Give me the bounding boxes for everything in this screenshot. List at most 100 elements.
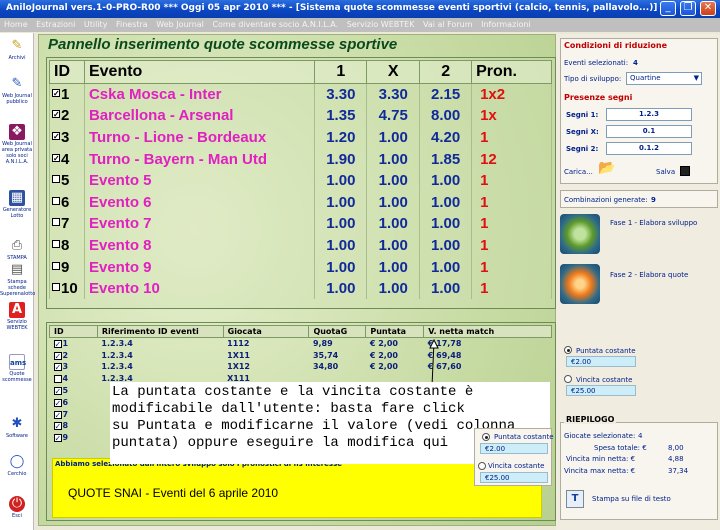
odds-event[interactable]: Cska Mosca - Inter: [83, 83, 316, 106]
column-header-x[interactable]: X: [366, 60, 421, 84]
bet-puntata[interactable]: € 2,00: [366, 338, 424, 350]
odds-x[interactable]: 1.00: [366, 234, 421, 257]
popup-vincita-radio[interactable]: [478, 462, 486, 470]
row-checkbox[interactable]: ✓: [52, 131, 60, 140]
odds-2[interactable]: 1.00: [419, 277, 473, 300]
bet-id-cell[interactable]: 4: [50, 373, 98, 385]
restore-button[interactable]: ❐: [680, 1, 696, 16]
column-header-2[interactable]: 2: [419, 60, 473, 84]
row-checkbox[interactable]: ✓: [53, 434, 62, 443]
row-checkbox[interactable]: [52, 218, 60, 227]
column-header-quotag[interactable]: QuotaG: [308, 325, 367, 338]
bet-id-cell[interactable]: ✓1: [50, 338, 98, 350]
bet-puntata[interactable]: € 2,00: [366, 349, 424, 361]
menu-home[interactable]: Home: [4, 20, 28, 29]
odds-2[interactable]: 1.00: [419, 191, 473, 214]
sidebar-item-archivi[interactable]: ✎ Archivi: [0, 38, 34, 61]
odds-row[interactable]: 5 Evento 5 1.00 1.00 1.00 1: [49, 169, 552, 192]
bet-id-cell[interactable]: ✓8: [50, 420, 98, 432]
menu-utility[interactable]: Utility: [84, 20, 108, 29]
minimize-button[interactable]: _: [660, 1, 676, 16]
segni-1-input[interactable]: 1.2.3: [606, 108, 692, 121]
column-header-1[interactable]: 1: [314, 60, 368, 84]
odds-1[interactable]: 1.00: [314, 213, 368, 235]
odds-id-cell[interactable]: ✓4: [49, 148, 85, 170]
odds-1[interactable]: 1.20: [314, 126, 368, 149]
row-checkbox[interactable]: ✓: [53, 387, 62, 396]
row-checkbox[interactable]: ✓: [53, 422, 62, 431]
row-checkbox[interactable]: ✓: [52, 110, 60, 119]
row-checkbox[interactable]: [52, 239, 60, 248]
sidebar-item-quote-scommesse[interactable]: ams Quote scommesse: [0, 354, 34, 383]
odds-1[interactable]: 1.00: [314, 277, 368, 300]
column-header-riferimento[interactable]: Riferimento ID eventi: [96, 325, 224, 338]
menu-servizio-webtek[interactable]: Servizio WEBTEK: [347, 20, 415, 29]
column-header-id[interactable]: ID: [49, 325, 98, 338]
odds-event[interactable]: Turno - Bayern - Man Utd: [83, 148, 316, 170]
odds-2[interactable]: 1.00: [419, 256, 473, 278]
odds-pron[interactable]: 1: [471, 169, 552, 192]
odds-x[interactable]: 3.30: [366, 83, 421, 106]
odds-1[interactable]: 1.00: [314, 256, 368, 278]
column-header-vnetta[interactable]: V. netta match: [423, 325, 552, 338]
odds-row[interactable]: ✓3 Turno - Lione - Bordeaux 1.20 1.00 4.20 1: [49, 126, 552, 149]
odds-row[interactable]: ✓4 Turno - Bayern - Man Utd 1.90 1.00 1.85 12: [49, 148, 552, 170]
odds-pron[interactable]: 1: [471, 277, 552, 300]
sidebar-item-web-journal[interactable]: ✎ Web Journal pubblico: [0, 76, 34, 105]
odds-1[interactable]: 1.00: [314, 191, 368, 214]
odds-event[interactable]: Barcellona - Arsenal: [83, 105, 316, 127]
odds-2[interactable]: 1.00: [419, 234, 473, 257]
fase1-gear-button[interactable]: [560, 214, 600, 254]
puntata-costante-input[interactable]: €2.00: [566, 356, 636, 367]
save-disk-icon[interactable]: [680, 166, 690, 176]
odds-event[interactable]: Evento 5: [83, 169, 316, 192]
odds-row[interactable]: 6 Evento 6 1.00 1.00 1.00 1: [49, 191, 552, 214]
popup-vincita-input[interactable]: €25.00: [480, 472, 548, 483]
odds-id-cell[interactable]: 6: [49, 191, 85, 214]
bet-id-cell[interactable]: ✓3: [50, 361, 98, 373]
odds-1[interactable]: 3.30: [314, 83, 368, 106]
odds-event[interactable]: Evento 10: [83, 277, 316, 300]
row-checkbox[interactable]: ✓: [53, 340, 62, 349]
odds-pron[interactable]: 1: [471, 256, 552, 278]
odds-id-cell[interactable]: 9: [49, 256, 85, 278]
bet-id-cell[interactable]: ✓7: [50, 408, 98, 420]
odds-pron[interactable]: 12: [471, 148, 552, 170]
odds-id-cell[interactable]: 10: [49, 277, 85, 300]
odds-x[interactable]: 1.00: [366, 191, 421, 214]
odds-x[interactable]: 1.00: [366, 256, 421, 278]
menu-forum[interactable]: Vai al Forum: [423, 20, 473, 29]
sidebar-item-generatore-lotto[interactable]: ▦ Generatore Lotto: [0, 190, 34, 219]
odds-event[interactable]: Evento 7: [83, 213, 316, 235]
odds-pron[interactable]: 1x: [471, 105, 552, 127]
row-checkbox[interactable]: ✓: [53, 410, 62, 419]
odds-x[interactable]: 1.00: [366, 169, 421, 192]
sidebar-item-stampa-schede[interactable]: ▤ Stampa schede Superenalotto: [0, 262, 35, 297]
odds-x[interactable]: 1.00: [366, 148, 421, 170]
menu-come-diventare-socio[interactable]: Come diventare socio A.N.I.L.A.: [212, 20, 338, 29]
odds-row[interactable]: 8 Evento 8 1.00 1.00 1.00 1: [49, 234, 552, 257]
sidebar-item-esci[interactable]: ⏻ Esci: [0, 496, 34, 519]
odds-1[interactable]: 1.00: [314, 169, 368, 192]
odds-2[interactable]: 8.00: [419, 105, 473, 127]
odds-event[interactable]: Evento 8: [83, 234, 316, 257]
odds-row[interactable]: ✓1 Cska Mosca - Inter 3.30 3.30 2.15 1x2: [49, 83, 552, 106]
column-header-id[interactable]: ID: [49, 60, 85, 84]
column-header-evento[interactable]: Evento: [83, 60, 316, 84]
row-checkbox[interactable]: ✓: [53, 398, 62, 407]
bet-id-cell[interactable]: ✓9: [50, 432, 98, 444]
odds-1[interactable]: 1.00: [314, 234, 368, 257]
row-checkbox[interactable]: ✓: [52, 89, 60, 98]
odds-event[interactable]: Turno - Lione - Bordeaux: [83, 126, 316, 149]
menu-web-journal[interactable]: Web Journal: [156, 20, 204, 29]
odds-2[interactable]: 2.15: [419, 83, 473, 106]
menu-estrazioni[interactable]: Estrazioni: [36, 20, 75, 29]
odds-event[interactable]: Evento 9: [83, 256, 316, 278]
odds-row[interactable]: 10 Evento 10 1.00 1.00 1.00 1: [49, 277, 552, 300]
column-header-giocata[interactable]: Giocata: [222, 325, 310, 338]
odds-2[interactable]: 1.00: [419, 213, 473, 235]
sidebar-item-area-privata[interactable]: ❖ Web Journal area privata solo soci A.N.…: [0, 124, 34, 165]
column-header-puntata[interactable]: Puntata: [365, 325, 425, 338]
bet-id-cell[interactable]: ✓2: [50, 349, 98, 361]
puntata-costante-radio[interactable]: [564, 346, 572, 354]
